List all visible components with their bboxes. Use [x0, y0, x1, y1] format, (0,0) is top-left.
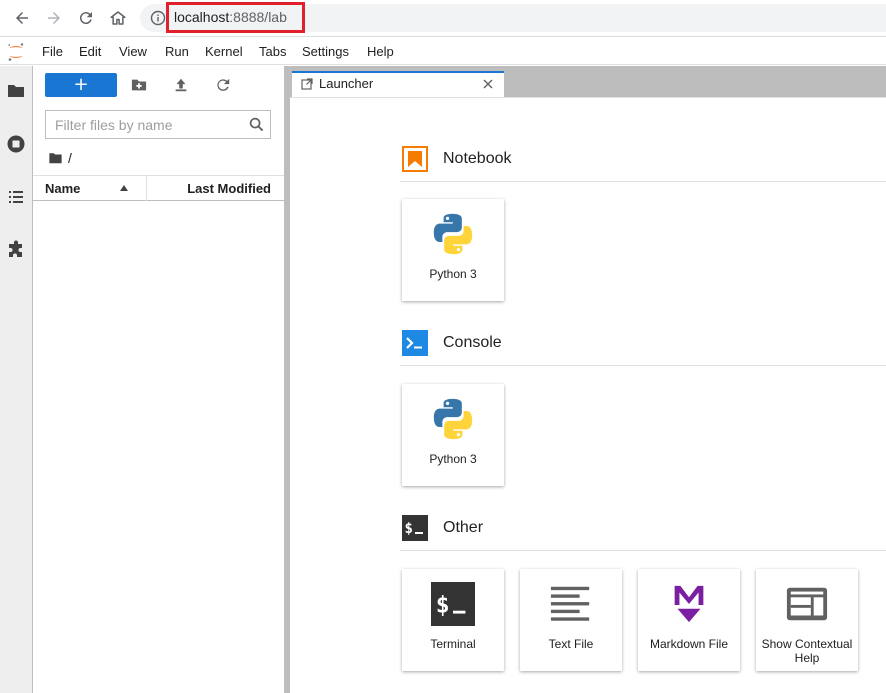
reload-icon[interactable] — [74, 6, 98, 30]
launcher-tab-icon — [301, 78, 313, 90]
menu-help[interactable]: Help — [367, 44, 394, 59]
toc-list-icon[interactable] — [5, 186, 27, 208]
column-divider — [146, 176, 147, 201]
notebook-icon — [402, 146, 428, 172]
card-label: Python 3 — [429, 452, 477, 466]
section-title-other: Other — [443, 519, 484, 536]
card-label: Markdown File — [649, 637, 729, 651]
launcher-panel: Notebook Python 3 Console Python 3 $ Oth… — [290, 97, 886, 693]
url-highlight-box — [166, 2, 305, 33]
menu-kernel[interactable]: Kernel — [205, 44, 243, 59]
console-python3-card[interactable]: Python 3 — [402, 384, 504, 486]
menu-settings[interactable]: Settings — [302, 44, 349, 59]
filter-files-input[interactable] — [46, 111, 241, 138]
svg-text:$: $ — [436, 593, 450, 619]
contextual-help-icon — [782, 579, 832, 629]
forward-arrow-icon[interactable] — [42, 6, 66, 30]
home-folder-icon[interactable] — [48, 151, 63, 165]
terminal-card[interactable]: $ Terminal — [402, 569, 504, 671]
column-name-header[interactable]: Name — [45, 181, 80, 196]
card-label: Show Contextual Help — [761, 637, 853, 665]
jupyter-logo-icon — [8, 43, 24, 61]
new-folder-icon[interactable] — [130, 76, 148, 94]
browser-toolbar: localhost:8888/lab — [0, 0, 886, 37]
section-notebook: Notebook — [400, 146, 886, 182]
section-other: $ Other — [400, 515, 886, 551]
text-file-icon — [546, 579, 596, 629]
python-logo-icon — [428, 394, 478, 444]
left-activity-bar — [0, 66, 33, 693]
terminal-dollar-icon: $ — [402, 515, 428, 541]
breadcrumb-root[interactable]: / — [68, 150, 72, 166]
menu-tabs[interactable]: Tabs — [259, 44, 286, 59]
terminal-icon: $ — [428, 579, 478, 629]
back-arrow-icon[interactable] — [10, 6, 34, 30]
tab-launcher-label: Launcher — [319, 76, 374, 91]
markdown-icon — [664, 579, 714, 629]
text-file-card[interactable]: Text File — [520, 569, 622, 671]
close-icon[interactable] — [482, 78, 494, 90]
notebook-python3-card[interactable]: Python 3 — [402, 199, 504, 301]
running-stop-icon[interactable] — [5, 133, 27, 155]
python-logo-icon — [428, 209, 478, 259]
menu-run[interactable]: Run — [165, 44, 189, 59]
console-icon — [402, 330, 428, 356]
contextual-help-card[interactable]: Show Contextual Help — [756, 569, 858, 671]
section-console: Console — [400, 330, 886, 366]
tab-launcher[interactable]: Launcher — [292, 71, 504, 97]
info-icon[interactable] — [150, 10, 166, 26]
extension-puzzle-icon[interactable] — [5, 239, 27, 261]
card-label: Text File — [548, 637, 594, 651]
markdown-file-card[interactable]: Markdown File — [638, 569, 740, 671]
search-icon[interactable] — [249, 117, 264, 132]
folder-icon[interactable] — [5, 80, 27, 102]
home-icon[interactable] — [106, 6, 130, 30]
card-label: Terminal — [430, 637, 476, 651]
upload-icon[interactable] — [172, 76, 190, 94]
card-label: Python 3 — [429, 267, 477, 281]
file-list-header: Name Last Modified — [33, 175, 284, 201]
column-last-modified-header[interactable]: Last Modified — [187, 181, 271, 196]
menu-edit[interactable]: Edit — [79, 44, 101, 59]
menu-view[interactable]: View — [119, 44, 147, 59]
filter-files-field[interactable] — [45, 110, 271, 139]
menu-file[interactable]: File — [42, 44, 63, 59]
menu-bar: File Edit View Run Kernel Tabs Settings … — [0, 38, 886, 65]
svg-text:$: $ — [405, 521, 413, 537]
sort-ascending-icon[interactable] — [119, 184, 129, 192]
file-browser-panel: + / Name Last Modified — [33, 66, 284, 693]
section-title-console: Console — [443, 334, 502, 351]
section-title-notebook: Notebook — [443, 150, 512, 167]
new-launcher-button[interactable]: + — [45, 73, 117, 97]
main-tab-bar: Launcher — [290, 66, 886, 97]
refresh-icon[interactable] — [214, 76, 232, 94]
breadcrumb: / — [48, 150, 72, 166]
